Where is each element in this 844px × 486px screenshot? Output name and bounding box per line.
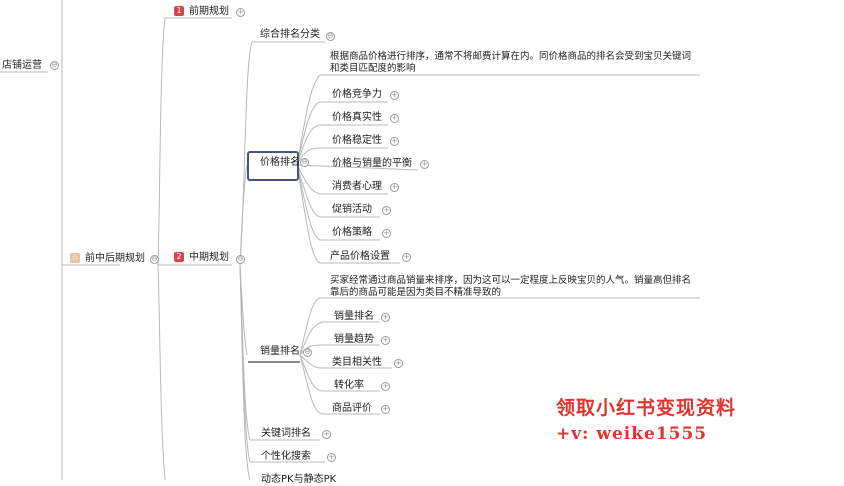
price-child-item[interactable]: 价格策略 [330,227,374,239]
expand-toggle-icon[interactable]: + [236,8,245,17]
price-child-item[interactable]: 价格真实性 [330,112,384,124]
node-planning-label: 前中后期规划 [85,253,145,264]
node-planning[interactable]: ☆ 前中后期规划 [70,253,147,265]
price-rank-note: 根据商品价格进行排序，通常不将邮费计算在内。同价格商品的排名会受到宝贝关键词和类… [330,51,692,74]
node-keyword-rank[interactable]: 关键词排名 [259,428,313,440]
collapse-toggle-icon[interactable]: ⊖ [303,348,312,357]
node-phase-mid-label: 中期规划 [189,252,229,263]
expand-toggle-icon[interactable]: + [390,183,399,192]
collapse-toggle-icon[interactable]: ⊖ [150,255,159,264]
sales-child-item[interactable]: 销量排名 [332,311,376,323]
collapse-toggle-icon[interactable]: ⊖ [236,255,245,264]
price-child-item[interactable]: 消费者心理 [330,181,384,193]
price-child-item[interactable]: 产品价格设置 [328,251,392,263]
sales-child-label: 销量趋势 [334,334,374,345]
watermark-line1: 领取小红书变现资料 [556,397,737,419]
sales-child-item[interactable]: 转化率 [332,380,366,392]
node-phase-early[interactable]: 1 前期规划 [174,6,231,18]
sales-child-item[interactable]: 销量趋势 [332,334,376,346]
watermark-line2: +v: weike1555 [556,424,708,444]
root-node[interactable]: 店铺运营 [0,60,44,72]
price-child-label: 产品价格设置 [330,251,390,262]
node-phase-early-label: 前期规划 [189,6,229,17]
expand-toggle-icon[interactable]: + [381,382,390,391]
node-comprehensive-rank-label: 综合排名分类 [260,29,320,40]
expand-toggle-icon[interactable]: + [381,405,390,414]
node-personalized-search-label: 个性化搜索 [261,451,311,462]
price-child-label: 消费者心理 [332,181,382,192]
price-child-item[interactable]: 促销活动 [330,204,374,216]
sales-child-label: 转化率 [334,380,364,391]
expand-toggle-icon[interactable]: + [381,313,390,322]
price-child-item[interactable]: 价格竞争力 [330,89,384,101]
node-keyword-rank-label: 关键词排名 [261,428,311,439]
node-price-rank-label: 价格排名 [260,157,300,168]
price-child-item[interactable]: 价格稳定性 [330,135,384,147]
price-child-label: 价格真实性 [332,112,382,123]
root-label: 店铺运营 [2,60,42,71]
sales-child-label: 类目相关性 [332,357,382,368]
sales-child-label: 销量排名 [334,311,374,322]
sales-child-item[interactable]: 类目相关性 [330,357,384,369]
node-personalized-search[interactable]: 个性化搜索 [259,451,313,463]
price-child-label: 促销活动 [332,204,372,215]
collapse-toggle-icon[interactable]: ⊖ [300,158,309,167]
expand-toggle-icon[interactable]: + [402,253,411,262]
price-child-label: 价格稳定性 [332,135,382,146]
expand-toggle-icon[interactable]: + [390,91,399,100]
price-child-label: 价格策略 [332,227,372,238]
expand-toggle-icon[interactable]: + [327,453,336,462]
node-cut-off[interactable]: 动态PK与静态PK [259,474,338,486]
node-comprehensive-rank[interactable]: 综合排名分类 [258,29,322,41]
expand-toggle-icon[interactable]: + [390,114,399,123]
node-sales-rank[interactable]: 销量排名 [258,346,302,358]
expand-toggle-icon[interactable]: + [382,229,391,238]
node-phase-mid[interactable]: 2 中期规划 [174,252,231,264]
expand-toggle-icon[interactable]: + [390,137,399,146]
price-child-label: 价格与销量的平衡 [332,158,412,169]
promo-watermark: 领取小红书变现资料 +v: weike1555 [556,393,736,444]
expand-toggle-icon[interactable]: + [394,359,403,368]
sales-rank-note: 买家经常通过商品销量来排序，因为这可以一定程度上反映宝贝的人气。销量高但排名靠后… [330,275,692,298]
phase-icon: ☆ [70,253,80,263]
expand-toggle-icon[interactable]: + [381,336,390,345]
sales-child-item[interactable]: 商品评价 [330,403,374,415]
mindmap-canvas: 店铺运营 ⊖ ☆ 前中后期规划 ⊖ 1 前期规划 + 2 中期规划 ⊖ 综合排名分类 … [0,0,844,485]
node-sales-rank-label: 销量排名 [260,346,300,357]
node-price-rank[interactable]: 价格排名 [258,157,302,169]
price-child-label: 价格竞争力 [332,89,382,100]
price-child-item[interactable]: 价格与销量的平衡 [330,158,414,170]
priority-1-icon: 1 [174,6,184,16]
sales-child-label: 商品评价 [332,403,372,414]
expand-toggle-icon[interactable]: + [420,160,429,169]
priority-2-icon: 2 [174,252,184,262]
collapse-toggle-icon[interactable]: ⊖ [50,61,59,70]
collapse-toggle-icon[interactable]: ⊖ [326,32,335,41]
expand-toggle-icon[interactable]: + [382,206,391,215]
expand-toggle-icon[interactable]: + [322,430,331,439]
